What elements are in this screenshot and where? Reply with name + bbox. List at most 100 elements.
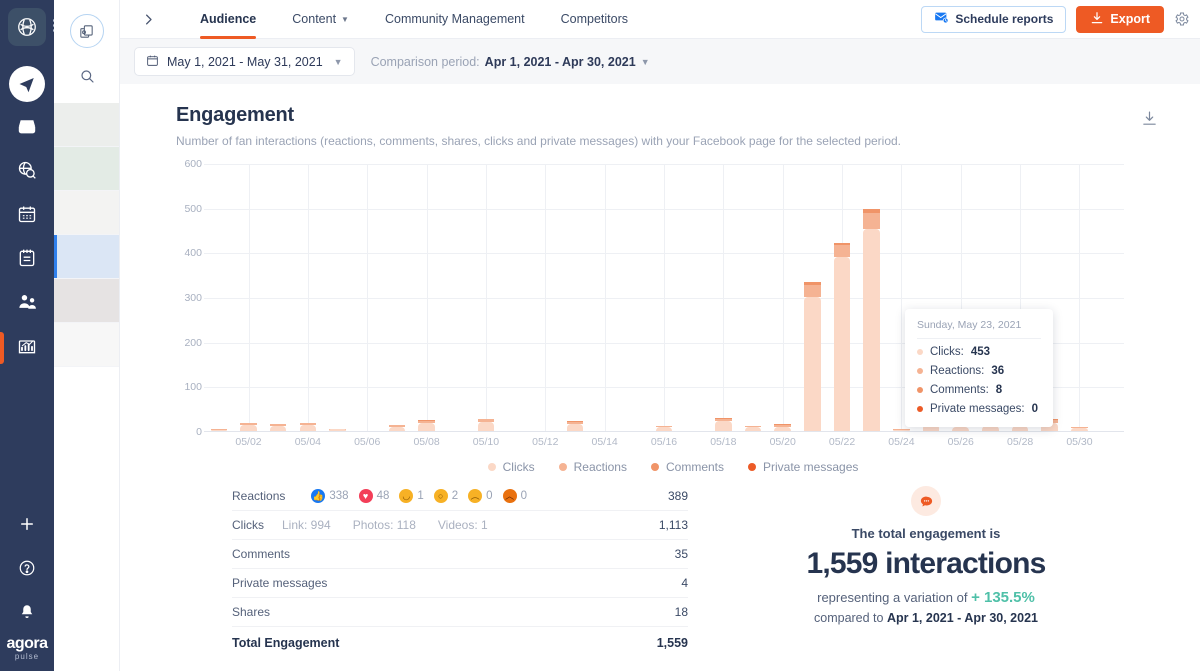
summary-variation-line: representing a variation of + 135.5% — [712, 589, 1140, 606]
chart-bar[interactable] — [418, 420, 435, 431]
list-item[interactable] — [54, 103, 119, 147]
plus-icon — [18, 515, 36, 538]
legend-item-reactions[interactable]: Reactions — [559, 460, 627, 474]
x-axis-tick: 05/02 — [235, 436, 261, 448]
summary-comparison-line: compared to Apr 1, 2021 - Apr 30, 2021 — [712, 611, 1140, 625]
list-item[interactable] — [54, 323, 119, 367]
card-subtitle: Number of fan interactions (reactions, c… — [176, 134, 1170, 148]
summary-section: Reactions 👍 338 ♥ 48 — [176, 474, 1170, 659]
chevron-down-icon: ▼ — [341, 15, 349, 24]
chart-bar[interactable] — [240, 423, 257, 431]
bar-segment-clicks — [804, 297, 821, 431]
list-item[interactable] — [54, 235, 119, 279]
bar-segment-clicks — [418, 423, 435, 431]
sidebar-item-listening[interactable] — [0, 150, 54, 194]
x-axis-tick: 05/06 — [354, 436, 380, 448]
y-axis-tick: 400 — [184, 247, 202, 259]
tab-community-management[interactable]: Community Management — [367, 0, 543, 39]
row-total: 1,113 — [659, 518, 688, 532]
sidebar-item-help[interactable] — [0, 548, 54, 592]
x-axis-tick: 05/16 — [651, 436, 677, 448]
agorapulse-logo-icon[interactable] — [8, 8, 46, 46]
export-button[interactable]: Export — [1076, 6, 1164, 33]
legend-label: Clicks — [503, 460, 535, 474]
wow-face-icon: ○ — [434, 489, 448, 503]
engagement-table: Reactions 👍 338 ♥ 48 — [232, 482, 688, 659]
reaction-value: 2 — [452, 490, 458, 502]
summary-comparison-prefix: compared to — [814, 611, 883, 625]
sidebar-item-add[interactable] — [0, 504, 54, 548]
row-label: Total Engagement — [232, 636, 339, 650]
reaction-value: 1 — [417, 490, 423, 502]
sidebar-item-reports[interactable] — [0, 326, 54, 370]
comparison-period-picker[interactable]: Comparison period: Apr 1, 2021 - Apr 30,… — [371, 55, 650, 69]
filter-bar: May 1, 2021 - May 31, 2021 ▼ Comparison … — [120, 39, 1200, 84]
row-total: 18 — [675, 605, 688, 619]
clicks-link: Link: 994 — [282, 518, 331, 532]
chart-bar[interactable] — [270, 424, 287, 431]
tab-competitors[interactable]: Competitors — [543, 0, 646, 39]
table-row-comments: Comments 35 — [232, 540, 688, 569]
tooltip-row-reactions: Reactions: 36 — [917, 365, 1041, 377]
clicks-videos: Videos: 1 — [438, 518, 488, 532]
list-item[interactable] — [54, 279, 119, 323]
sidebar-item-inbox[interactable] — [0, 106, 54, 150]
reaction-value: 338 — [329, 490, 348, 502]
app-root: agora pulse — [0, 0, 1200, 671]
legend-dot-icon — [917, 406, 923, 412]
row-total: 4 — [681, 576, 688, 590]
chevron-right-icon[interactable] — [124, 12, 172, 27]
chart-bar[interactable] — [478, 419, 495, 432]
sidebar-item-calendar[interactable] — [0, 194, 54, 238]
card-download-icon[interactable] — [1141, 110, 1158, 132]
bar-segment-reactions — [863, 213, 880, 229]
summary-comparison-range: Apr 1, 2021 - Apr 30, 2021 — [887, 611, 1038, 625]
profile-switch-icon[interactable] — [70, 14, 104, 48]
chat-bubble-icon — [911, 486, 941, 516]
reaction-haha: ◡ 1 — [399, 489, 423, 503]
legend-item-private-messages[interactable]: Private messages — [748, 460, 858, 474]
tooltip-value: 453 — [971, 346, 990, 358]
row-label: Clicks — [232, 518, 264, 532]
reaction-like: 👍 338 — [311, 489, 348, 503]
logo-word-agora: agora — [6, 635, 47, 652]
x-axis-tick: 05/10 — [473, 436, 499, 448]
reaction-value: 0 — [486, 490, 492, 502]
tab-content[interactable]: Content ▼ — [274, 0, 367, 39]
search-icon[interactable] — [79, 68, 95, 89]
chart-bar[interactable] — [715, 418, 732, 431]
sidebar-item-notifications[interactable] — [0, 592, 54, 636]
reports-bar-chart-icon — [17, 336, 37, 361]
sidebar-item-notes[interactable] — [0, 238, 54, 282]
tab-audience[interactable]: Audience — [182, 0, 274, 39]
legend-dot-icon — [651, 463, 659, 471]
table-row-total-engagement: Total Engagement 1,559 — [232, 627, 688, 659]
chart-bar[interactable] — [834, 243, 851, 431]
bar-segment-clicks — [567, 424, 584, 431]
sidebar-item-publish[interactable] — [0, 62, 54, 106]
chart-bar[interactable] — [567, 421, 584, 431]
notes-clipboard-icon — [17, 248, 37, 273]
chart-bar[interactable] — [863, 209, 880, 431]
date-range-picker[interactable]: May 1, 2021 - May 31, 2021 ▼ — [134, 47, 355, 76]
tab-label: Content — [292, 12, 336, 26]
engagement-chart: 0100200300400500600 05/0205/0405/0605/08… — [176, 164, 1170, 454]
chart-bar[interactable] — [774, 424, 791, 431]
chart-bar[interactable] — [804, 282, 821, 431]
comparison-label: Comparison period: — [371, 55, 480, 69]
main-region: Audience Content ▼ Community Management … — [120, 0, 1200, 671]
schedule-reports-label: Schedule reports — [955, 12, 1053, 26]
legend-dot-icon — [917, 387, 923, 393]
summary-variation-value: + 135.5% — [971, 589, 1035, 606]
list-item[interactable] — [54, 147, 119, 191]
schedule-reports-button[interactable]: Schedule reports — [921, 6, 1066, 33]
chart-bar[interactable] — [300, 423, 317, 431]
legend-item-comments[interactable]: Comments — [651, 460, 724, 474]
profile-list — [54, 103, 119, 367]
sidebar-item-audience[interactable] — [0, 282, 54, 326]
legend-item-clicks[interactable]: Clicks — [488, 460, 535, 474]
content-area: Engagement Number of fan interactions (r… — [120, 84, 1200, 671]
list-item[interactable] — [54, 191, 119, 235]
bar-segment-clicks — [478, 422, 495, 431]
gear-icon[interactable] — [1174, 11, 1190, 27]
